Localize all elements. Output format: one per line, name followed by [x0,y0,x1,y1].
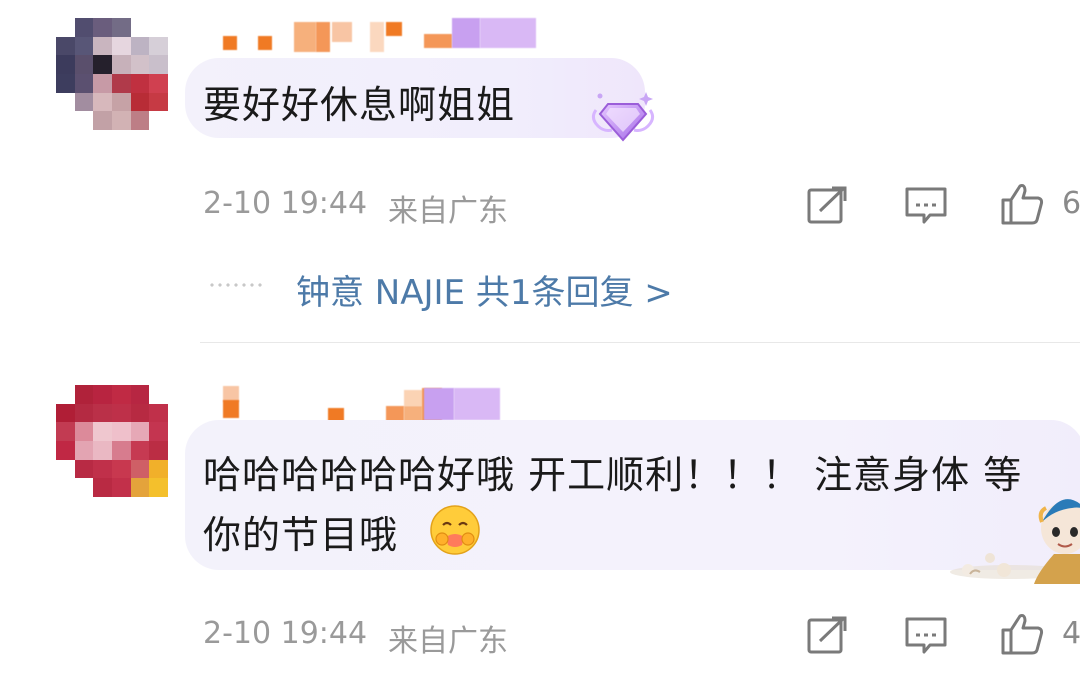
thumbs-up-icon[interactable] [1000,612,1046,656]
comment-icon[interactable] [904,615,948,657]
comment-time-2: 2-10 19:44 [203,616,368,651]
hug-emoji-icon [430,505,480,555]
divider [200,342,1080,343]
user-avatar-2[interactable] [56,385,168,497]
comment-time-1: 2-10 19:44 [203,186,368,221]
username-1-blurred[interactable] [218,14,538,52]
share-icon[interactable] [806,185,850,225]
thumbs-up-icon[interactable] [1000,182,1046,226]
comment-text-2-line1: 哈哈哈哈哈哈好哦 开工顺利！！！ 注意身体 等 [203,453,1023,497]
reply-dots [208,283,264,287]
like-count-2: 4 [1062,616,1080,651]
view-replies-link[interactable]: 钟意 NAJIE 共1条回复 > [296,265,673,314]
diamond-badge-icon [591,92,655,142]
comment-text-2-line2: 你的节目哦 [203,513,399,557]
share-icon[interactable] [806,615,850,655]
comment-location-2: 来自广东 [388,624,508,659]
comment-icon[interactable] [904,185,948,227]
user-avatar-1[interactable] [56,18,168,130]
like-count-1: 6 [1062,186,1080,221]
cartoon-sticker [950,499,1080,584]
comment-text-1: 要好好休息啊姐姐 [203,83,516,127]
comment-location-1: 来自广东 [388,194,508,229]
username-2-blurred[interactable] [218,386,518,422]
